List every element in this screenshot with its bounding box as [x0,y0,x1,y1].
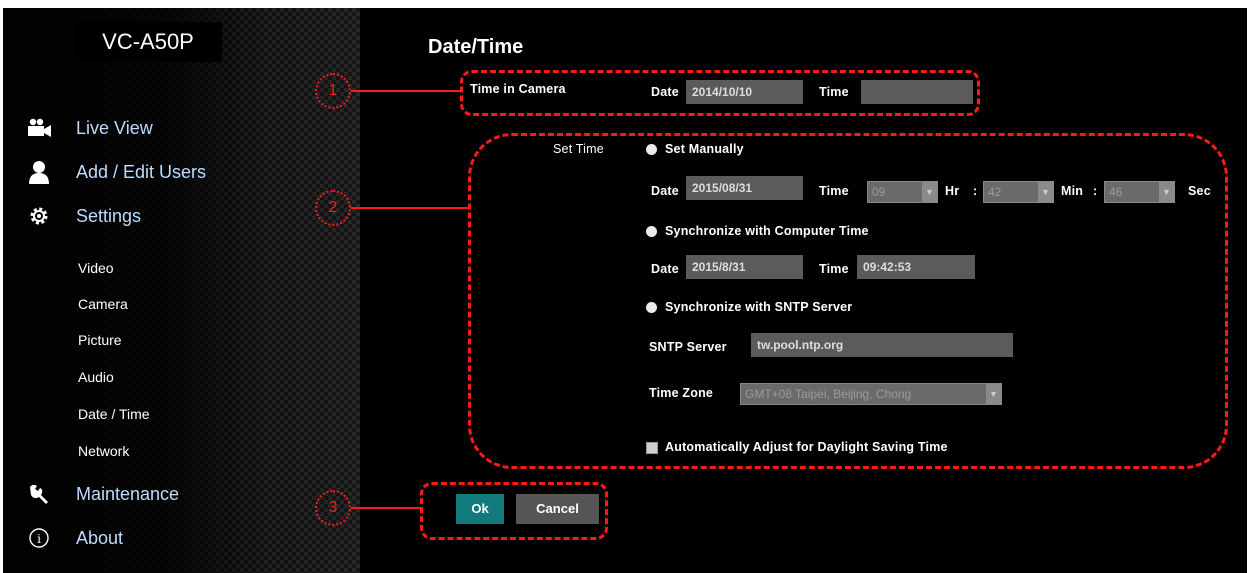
nav-sub-picture[interactable]: Picture [78,330,122,350]
manual-time-label: Time [819,184,849,198]
nav-sub-network[interactable]: Network [78,441,129,461]
second-select-value: 46 [1109,185,1123,199]
hour-select[interactable]: 09 ▼ [867,181,938,203]
nav-live-view-label: Live View [76,117,153,138]
callout-2-leader [351,207,469,209]
hr-colon: : [973,184,978,198]
sync-sntp-label: Synchronize with SNTP Server [665,300,853,314]
nav-settings-label: Settings [76,205,142,226]
callout-2: 2 [315,190,351,226]
camera-date-label: Date [651,85,679,99]
nav-sub-date-time[interactable]: Date / Time [78,404,150,424]
computer-time-label: Time [819,262,849,276]
min-label: Min [1061,184,1084,198]
sntp-server-input[interactable]: tw.pool.ntp.org [751,333,1013,357]
nav-about-label: About [76,527,124,548]
chevron-down-icon: ▼ [922,182,937,202]
radio-sync-sntp[interactable] [646,302,657,313]
camera-date-field: 2014/10/10 [686,80,803,104]
camera-time-label: Time [819,85,849,99]
nav-sub-camera[interactable]: Camera [78,294,128,314]
computer-time-field: 09:42:53 [857,255,975,279]
wrench-icon [24,482,54,506]
hour-select-value: 09 [872,185,886,199]
callout-3-leader [351,507,423,509]
cancel-button[interactable]: Cancel [516,494,599,524]
minute-select-value: 42 [988,185,1002,199]
computer-date-label: Date [651,262,679,276]
manual-date-input[interactable]: 2015/08/31 [686,176,803,200]
time-zone-label: Time Zone [649,386,714,400]
dst-label: Automatically Adjust for Daylight Saving… [665,440,948,454]
callout-3: 3 [315,490,351,526]
nav-sub-video[interactable]: Video [78,258,114,278]
nav-settings[interactable]: Settings [24,202,141,230]
dst-checkbox[interactable] [646,442,658,454]
camera-time-field [861,80,973,104]
radio-sync-computer[interactable] [646,226,657,237]
ok-button[interactable]: Ok [456,494,504,524]
set-time-label: Set Time [553,142,604,156]
document-frame: VC-A50P Live View Add / Edit Users Setti… [0,0,1251,573]
set-manually-label: Set Manually [665,142,744,156]
nav-add-edit-users-label: Add / Edit Users [76,161,207,182]
chevron-down-icon: ▼ [1038,182,1053,202]
page-title: Date/Time [428,36,524,58]
gear-icon [24,204,54,228]
info-icon: i [24,526,54,550]
nav-sub-audio[interactable]: Audio [78,367,114,387]
frame-border-right [1246,8,1247,573]
sntp-server-label: SNTP Server [649,340,727,354]
computer-date-field: 2015/8/31 [686,255,803,279]
user-icon [24,160,54,184]
minute-select[interactable]: 42 ▼ [983,181,1054,203]
radio-set-manually[interactable] [646,144,657,155]
min-colon: : [1093,184,1098,198]
brand-logo: VC-A50P [74,22,222,62]
web-ui: VC-A50P Live View Add / Edit Users Setti… [4,8,1246,573]
nav-add-edit-users[interactable]: Add / Edit Users [24,158,206,186]
hr-label: Hr [945,184,960,198]
callout-1-leader [351,90,463,92]
nav-live-view[interactable]: Live View [24,114,153,142]
chevron-down-icon: ▼ [986,384,1001,404]
nav-maintenance[interactable]: Maintenance [24,480,179,508]
callout-1: 1 [315,73,351,109]
time-zone-select[interactable]: GMT+08 Taipei, Beijing, Chong ▼ [740,383,1002,405]
video-camera-icon [24,116,54,140]
chevron-down-icon: ▼ [1159,182,1174,202]
svg-text:i: i [37,532,41,546]
second-select[interactable]: 46 ▼ [1104,181,1175,203]
sec-label: Sec [1188,184,1211,198]
manual-date-label: Date [651,184,679,198]
time-zone-select-value: GMT+08 Taipei, Beijing, Chong [745,387,912,401]
time-in-camera-label: Time in Camera [470,82,566,96]
nav-maintenance-label: Maintenance [76,483,180,504]
nav-about[interactable]: i About [24,524,123,552]
sync-computer-label: Synchronize with Computer Time [665,224,869,238]
